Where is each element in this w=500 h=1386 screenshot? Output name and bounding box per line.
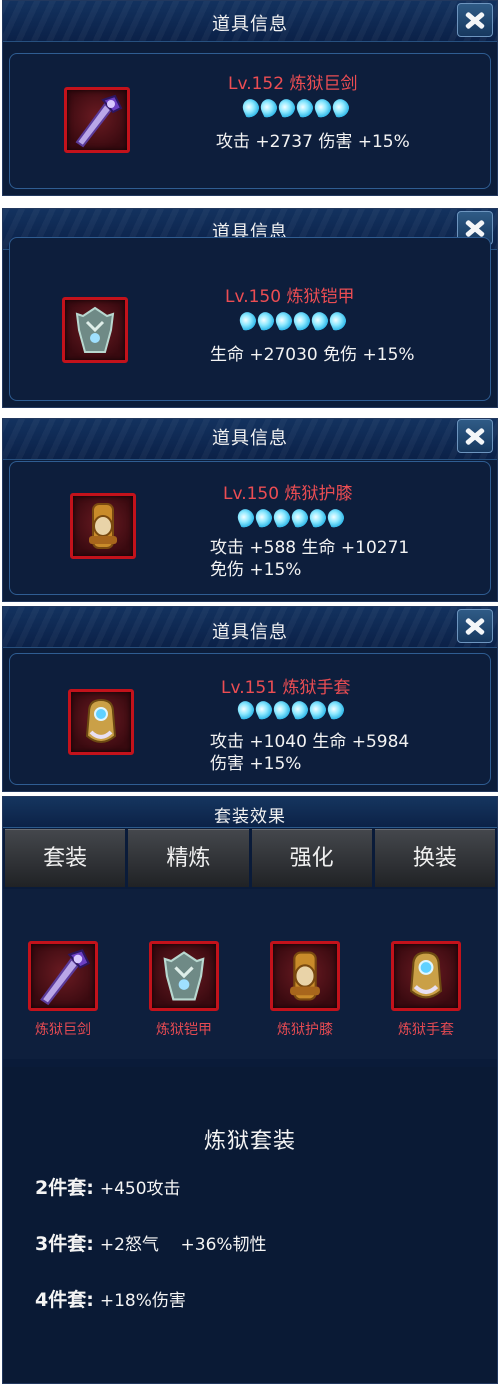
item-info-panel: 道具信息 Lv.151 炼狱手套 攻击 +1040 生命 +5984 伤害 +1… <box>2 606 498 792</box>
armor-icon <box>149 941 219 1011</box>
set-item-label: 炼狱铠甲 <box>156 1022 212 1038</box>
set-item-label: 炼狱巨剑 <box>35 1022 91 1038</box>
close-button[interactable] <box>457 419 493 453</box>
item-info-panel: 道具信息 Lv.150 炼狱护膝 攻击 +588 生命 +10271 免伤 +1… <box>2 418 498 602</box>
set-effect-panel: 套装效果 套装 精炼 强化 换装 炼狱巨剑 炼狱铠甲 炼狱护膝 炼狱手套 炼狱套… <box>2 796 498 1384</box>
tab-change-equip[interactable]: 换装 <box>374 829 495 887</box>
set-item[interactable]: 炼狱手套 <box>376 941 476 1039</box>
bonus-pieces: 3件套: <box>35 1233 94 1255</box>
sword-icon <box>64 87 130 153</box>
item-stats-line-2: 免伤 +15% <box>210 560 302 580</box>
star-rating <box>236 309 350 334</box>
set-item-label: 炼狱手套 <box>398 1022 454 1038</box>
panel-header: 道具信息 <box>3 1 497 42</box>
set-bonus-4: 4件套: +18%伤害 <box>35 1285 186 1312</box>
set-item-label: 炼狱护膝 <box>277 1022 333 1038</box>
set-item[interactable]: 炼狱巨剑 <box>13 941 113 1039</box>
item-info-panel: 道具信息 Lv.150 炼狱铠甲 生命 +27030 免伤 +15% <box>2 208 498 408</box>
panel-title: 道具信息 <box>212 622 288 643</box>
set-bonus-3: 3件套: +2怒气 +36%韧性 <box>35 1229 267 1256</box>
bonus-effect: +2怒气 +36%韧性 <box>99 1235 267 1255</box>
panel-title: 套装效果 <box>214 807 286 827</box>
close-button[interactable] <box>457 609 493 643</box>
item-name: Lv.150 炼狱铠甲 <box>225 287 355 307</box>
set-item[interactable]: 炼狱护膝 <box>255 941 355 1039</box>
bonus-pieces: 4件套: <box>35 1289 94 1311</box>
gauntlet-icon <box>68 689 134 755</box>
set-name: 炼狱套装 <box>203 1129 296 1154</box>
bonus-effect: +450攻击 <box>99 1179 181 1199</box>
panel-title: 道具信息 <box>212 14 288 35</box>
kneepad-icon <box>70 493 136 559</box>
tab-enhance[interactable]: 强化 <box>251 829 372 887</box>
star-rating <box>234 698 348 723</box>
sword-icon <box>28 941 98 1011</box>
tab-bar: 套装 精炼 强化 换装 <box>5 829 495 887</box>
item-name: Lv.152 炼狱巨剑 <box>228 74 358 94</box>
item-name: Lv.151 炼狱手套 <box>221 678 351 698</box>
item-stats-line-2: 伤害 +15% <box>210 754 302 774</box>
star-rating <box>234 506 348 531</box>
set-bonus-section: 炼狱套装 2件套: +450攻击 3件套: +2怒气 +36%韧性 4件套: +18%… <box>3 1067 497 1383</box>
tab-set[interactable]: 套装 <box>5 829 126 887</box>
panel-header: 道具信息 <box>3 607 497 648</box>
bonus-effect: +18%伤害 <box>99 1291 186 1311</box>
armor-icon <box>62 297 128 363</box>
star-rating <box>239 96 353 121</box>
set-item[interactable]: 炼狱铠甲 <box>134 941 234 1039</box>
item-stats: 攻击 +2737 伤害 +15% <box>216 132 410 152</box>
item-info-panel: 道具信息 Lv.152 炼狱巨剑 攻击 +2737 伤害 +15% <box>2 0 498 196</box>
kneepad-icon <box>270 941 340 1011</box>
item-name: Lv.150 炼狱护膝 <box>223 484 353 504</box>
set-bonus-2: 2件套: +450攻击 <box>35 1173 181 1200</box>
gauntlet-icon <box>391 941 461 1011</box>
tab-refine[interactable]: 精炼 <box>128 829 249 887</box>
bonus-pieces: 2件套: <box>35 1177 94 1199</box>
close-button[interactable] <box>457 3 493 37</box>
item-stats: 生命 +27030 免伤 +15% <box>210 345 415 365</box>
panel-header: 套装效果 <box>3 797 497 828</box>
panel-header: 道具信息 <box>3 419 497 460</box>
set-item-list: 炼狱巨剑 炼狱铠甲 炼狱护膝 炼狱手套 <box>3 889 497 1059</box>
panel-title: 道具信息 <box>212 428 288 449</box>
